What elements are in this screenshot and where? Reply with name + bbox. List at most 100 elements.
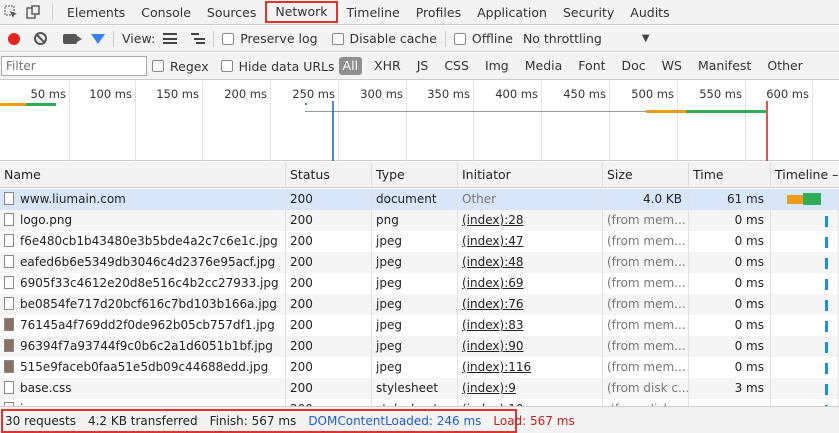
column-status[interactable]: Status [286,162,372,188]
preserve-log-checkbox[interactable] [222,32,235,45]
table-row[interactable]: 6905f33c4612e20d8e516c4b2cc27933.jpg 200 j… [0,273,839,294]
cell-text: jpeg [376,255,402,269]
cell-type: jpeg [372,315,458,336]
cell-text: 3 ms [734,381,764,395]
cell-text: 515e9faceb0faa51e5db09c44688edd.jpg [20,360,269,374]
cell-timeline [771,252,839,273]
cell-name: www.liumain.com [0,189,286,210]
file-icon [4,297,14,310]
cell-text: (index):116 [462,360,532,374]
filter-input[interactable] [1,56,147,76]
filter-icon[interactable] [91,33,105,44]
cell-initiator[interactable]: (index):116 [458,357,603,378]
column-size[interactable]: Size [603,162,689,188]
column-name[interactable]: Name [0,162,286,188]
cell-size: (from disk c... [603,378,689,399]
hide-data-urls-checkbox[interactable] [220,60,233,72]
large-rows-icon[interactable] [163,33,178,44]
overview-bars [0,101,768,161]
table-row[interactable]: be0854fe717d20bcf616c7bd103b166a.jpg 200 j… [0,294,839,315]
cell-text: 0 ms [734,297,764,311]
cell-initiator[interactable]: (index):83 [458,315,603,336]
cell-size: (from mem... [603,210,689,231]
cell-text: 0 ms [734,360,764,374]
record-icon[interactable] [8,32,20,45]
file-icon [4,192,14,205]
cell-text: (index):90 [462,339,524,353]
network-overview[interactable]: 50 ms 100 ms 150 ms 200 ms 250 ms 300 ms… [0,81,839,161]
offline-checkbox[interactable] [453,32,466,45]
regex-checkbox[interactable] [152,60,164,72]
tab-timeline[interactable]: Timeline [339,0,408,25]
table-row[interactable]: i...200stylesheet(index):10(from disk... [0,399,839,406]
type-filter-font[interactable]: Font [574,57,609,75]
cell-text: eafed6b6e5349db3046c4d2376e95acf.jpg [20,255,276,269]
tab-network[interactable]: Network [264,0,338,24]
tab-application[interactable]: Application [469,0,555,25]
file-icon [4,276,14,289]
divider [113,30,114,47]
type-filter-ws[interactable]: WS [658,57,686,75]
table-row[interactable]: f6e480cb1b43480e3b5bde4a2c7c6e1c.jpg 200 j… [0,231,839,252]
type-filter-other[interactable]: Other [763,57,807,75]
cell-initiator[interactable]: (index):48 [458,252,603,273]
tab-console[interactable]: Console [133,0,199,25]
column-type[interactable]: Type [372,162,458,188]
cell-text: 0 ms [734,276,764,290]
cell-text: stylesheet [376,381,439,395]
tab-audits[interactable]: Audits [622,0,677,25]
cell-initiator[interactable]: (index):90 [458,336,603,357]
tab-sources[interactable]: Sources [199,0,264,25]
cell-initiator[interactable]: (index):47 [458,231,603,252]
throttling-select[interactable]: No throttling [523,31,602,46]
table-row[interactable]: 76145a4f769dd2f0de962b05cb757df1.jpg 200 j… [0,315,839,336]
cell-timeline [771,315,839,336]
cell-initiator[interactable]: (index):76 [458,294,603,315]
cell-text: f6e480cb1b43480e3b5bde4a2c7c6e1c.jpg [20,234,278,248]
table-row[interactable]: 515e9faceb0faa51e5db09c44688edd.jpg 200 jp… [0,357,839,378]
chevron-down-icon[interactable]: ▼ [642,33,650,44]
type-filter-manifest[interactable]: Manifest [694,57,755,75]
cell-text: base.css [20,381,72,395]
cell-text: (index):48 [462,255,524,269]
inspect-element-icon[interactable] [0,1,22,23]
tab-profiles[interactable]: Profiles [408,0,469,25]
cell-timeline [771,210,839,231]
device-toolbar-icon[interactable] [22,1,44,23]
tab-elements[interactable]: Elements [59,0,133,25]
cell-text: 200 [290,192,313,206]
load-time: Load: 567 ms [493,414,575,428]
type-filter-js[interactable]: JS [413,57,433,75]
disable-cache-checkbox[interactable] [331,32,344,45]
column-initiator[interactable]: Initiator [458,162,603,188]
cell-type: jpeg [372,273,458,294]
table-row[interactable]: www.liumain.com 200 document Other 4.0 KB 61 … [0,189,839,210]
column-timeline[interactable]: Timeline – S [771,162,839,188]
table-row[interactable]: logo.png 200 png (index):28 (from mem... 0 ms [0,210,839,231]
cell-initiator[interactable]: (index):28 [458,210,603,231]
clear-icon[interactable] [34,32,47,45]
type-filter-all[interactable]: All [338,57,363,75]
cell-text: 200 [290,360,313,374]
type-filter-img[interactable]: Img [481,57,513,75]
cell-initiator[interactable]: (index):9 [458,378,603,399]
overview-icon[interactable] [191,33,206,44]
cell-initiator[interactable]: (index):10 [458,399,603,406]
type-filter-css[interactable]: CSS [440,57,473,75]
tab-security[interactable]: Security [555,0,622,25]
column-time[interactable]: Time [689,162,771,188]
table-row[interactable]: 96394f7a93744f9c0b6c2a1d6051b1bf.jpg 200 j… [0,336,839,357]
cell-initiator[interactable]: (index):69 [458,273,603,294]
cell-size: (from mem... [603,357,689,378]
cell-type: jpeg [372,294,458,315]
hide-data-urls-label: Hide data URLs [238,58,335,74]
cell-time: 0 ms [689,210,771,231]
type-filter-media[interactable]: Media [521,57,567,75]
table-row[interactable]: base.css 200 stylesheet (index):9 (from disk… [0,378,839,399]
type-filter-xhr[interactable]: XHR [370,57,405,75]
type-filter-doc[interactable]: Doc [618,57,650,75]
cell-name: be0854fe717d20bcf616c7bd103b166a.jpg [0,294,286,315]
capture-screenshots-icon[interactable] [63,33,82,44]
table-row[interactable]: eafed6b6e5349db3046c4d2376e95acf.jpg 200 j… [0,252,839,273]
cell-name: 96394f7a93744f9c0b6c2a1d6051b1bf.jpg [0,336,286,357]
